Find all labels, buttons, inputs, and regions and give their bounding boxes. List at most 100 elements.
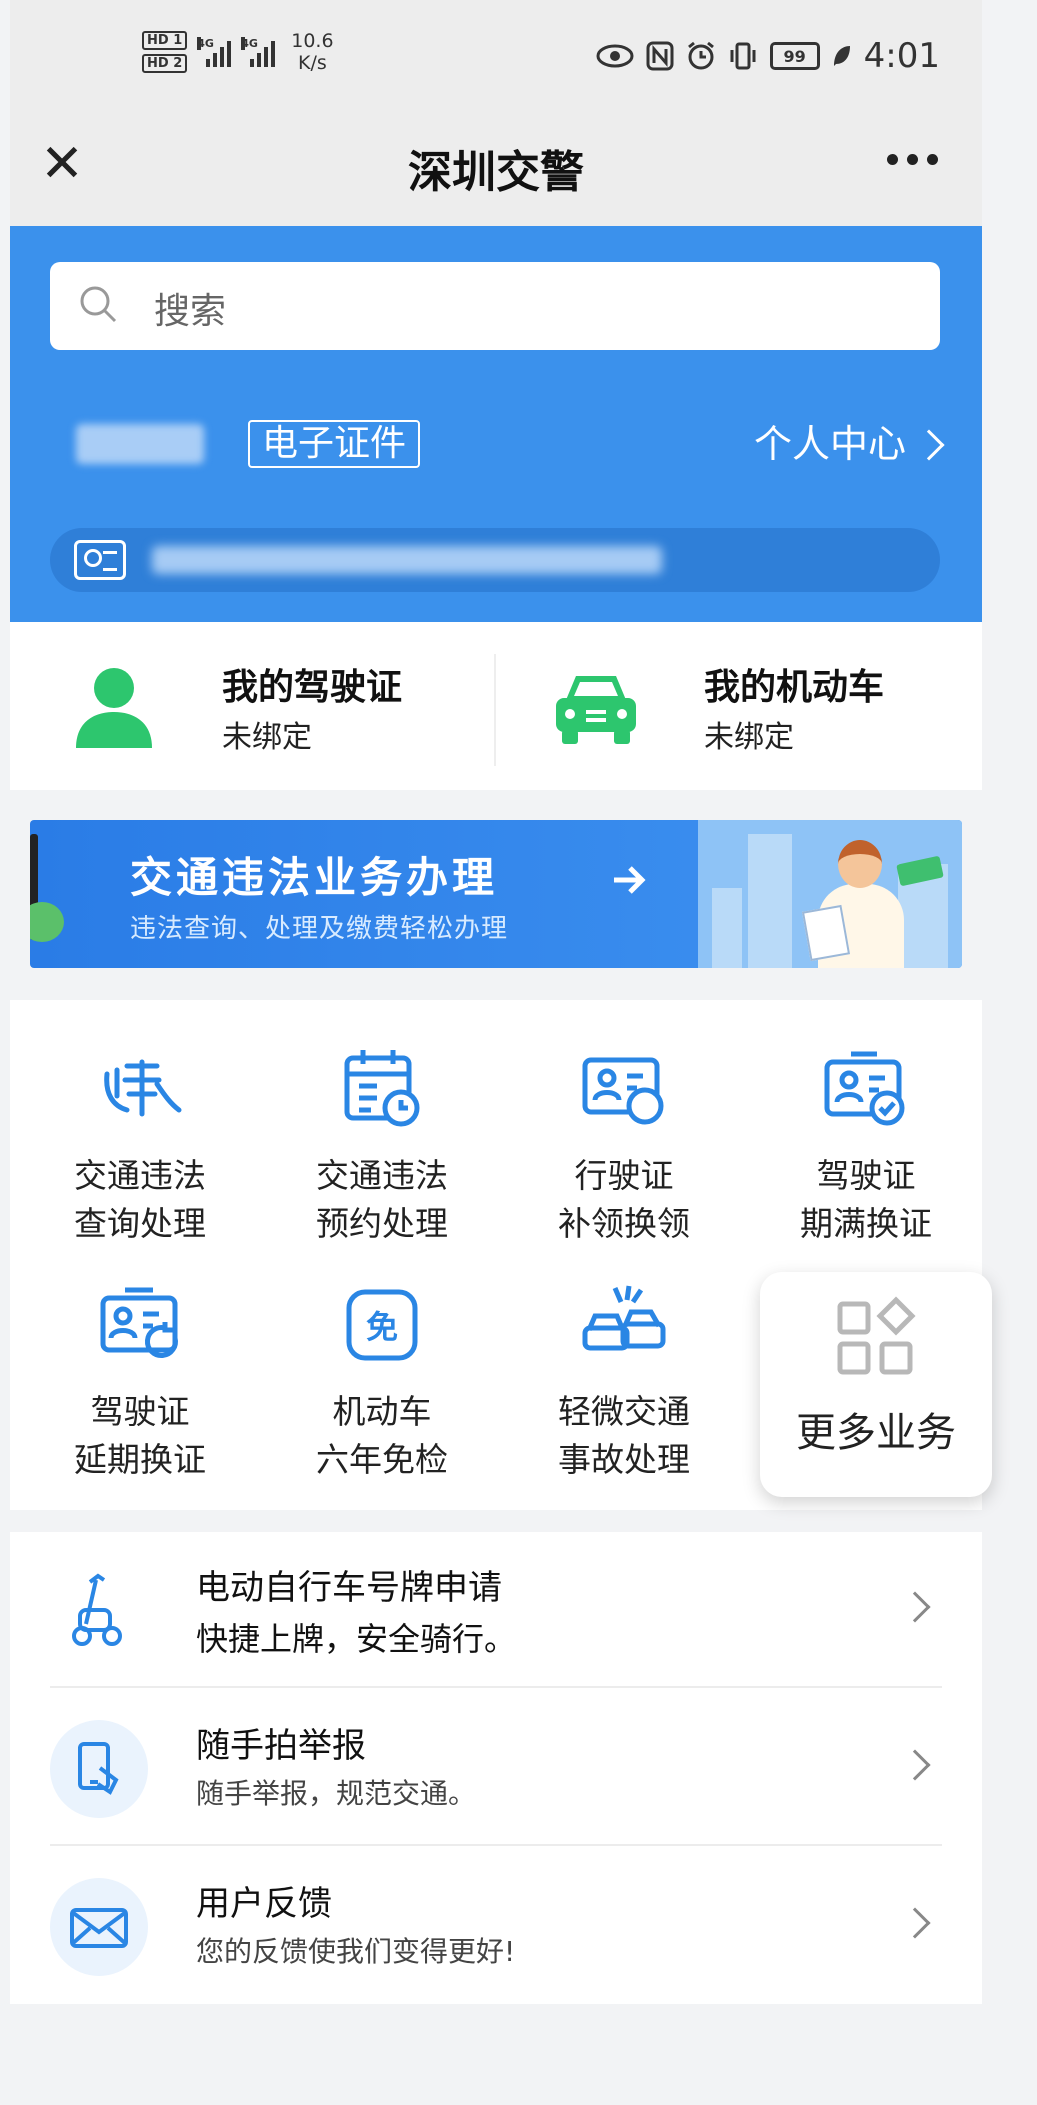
service-label-line1: 驾驶证	[816, 1156, 916, 1195]
id-card-icon	[74, 540, 126, 580]
grid-icon	[837, 1296, 916, 1375]
status-bar: HD 1 HD 2 4G 4G 10.6 K/s 99 4:01	[10, 0, 982, 110]
more-services-label: 更多业务	[796, 1410, 956, 1456]
arrow-right-icon	[614, 866, 646, 894]
list-item-ebike-plate[interactable]: 电动自行车号牌申请 快捷上牌，安全骑行。	[50, 1532, 942, 1688]
service-label-line2: 预约处理	[316, 1204, 448, 1243]
item-title: 电动自行车号牌申请	[196, 1568, 502, 1608]
driver-license-card[interactable]: 我的驾驶证 未绑定	[68, 660, 468, 760]
card-status: 未绑定	[222, 720, 312, 755]
person-icon	[76, 668, 152, 748]
license-check-icon	[824, 1051, 905, 1126]
mail-icon-bg	[50, 1878, 148, 1976]
item-subtitle: 快捷上牌，安全骑行。	[196, 1620, 517, 1658]
app-screen: HD 1 HD 2 4G 4G 10.6 K/s 99 4:01 ✕ 深圳交警 …	[0, 0, 1037, 2105]
search-icon	[80, 286, 117, 323]
card-title: 我的机动车	[704, 667, 885, 708]
scooter-icon	[72, 1573, 122, 1646]
mail-icon	[70, 1908, 128, 1948]
service-label-line2: 六年免检	[316, 1440, 448, 1479]
network-type-1: 4G	[197, 37, 214, 50]
card-status: 未绑定	[704, 720, 794, 755]
ecert-button[interactable]: 电子证件	[248, 420, 421, 468]
page-title: 深圳交警	[408, 147, 584, 198]
phone-report-icon	[78, 1742, 119, 1795]
service-license-reissue[interactable]: 行驶证 补领换领	[524, 1044, 724, 1248]
car-icon	[556, 676, 636, 744]
phone-report-icon-bg	[50, 1720, 148, 1818]
card-divider	[494, 654, 496, 766]
status-left: HD 1 HD 2 4G 4G 10.6 K/s	[142, 30, 334, 74]
signal-2-icon: 4G	[241, 37, 276, 67]
hero-header: 搜索 电子证件 个人中心	[10, 226, 982, 622]
network-speed: 10.6 K/s	[291, 30, 333, 74]
service-vehicle-exempt[interactable]: 免 机动车 六年免检	[282, 1280, 482, 1484]
title-bar: ✕ 深圳交警	[10, 110, 982, 226]
masked-id-number	[152, 546, 662, 574]
status-right: 99 4:01	[596, 36, 940, 76]
banner-subtitle: 违法查询、处理及缴费轻松办理	[130, 914, 509, 944]
banner-illustration	[698, 820, 962, 968]
app-frame: HD 1 HD 2 4G 4G 10.6 K/s 99 4:01 ✕ 深圳交警 …	[10, 0, 992, 2105]
network-type-2: 4G	[241, 37, 258, 50]
search-bar[interactable]: 搜索	[50, 262, 940, 350]
nfc-icon	[646, 41, 674, 71]
banner-title: 交通违法业务办理	[130, 853, 499, 902]
vehicle-card[interactable]: 我的机动车 未绑定	[550, 660, 950, 760]
more-services-button[interactable]: 更多业务	[760, 1272, 992, 1497]
service-label-line2: 事故处理	[558, 1440, 690, 1479]
binding-cards: 我的驾驶证 未绑定 我的机动车 未绑定	[10, 622, 982, 790]
user-row: 电子证件 个人中心	[76, 416, 946, 476]
clock: 4:01	[863, 36, 940, 76]
service-label-line1: 轻微交通	[558, 1392, 690, 1431]
eye-icon	[596, 44, 634, 68]
calendar-icon	[344, 1050, 420, 1127]
chevron-right-icon	[913, 429, 945, 461]
list-item-photo-report[interactable]: 随手拍举报 随手举报，规范交通。	[50, 1690, 942, 1846]
bush-illustration	[30, 902, 64, 942]
service-label-line1: 交通违法	[316, 1156, 448, 1195]
service-label-line1: 行驶证	[574, 1156, 674, 1195]
alarm-icon	[687, 41, 714, 70]
vibrate-icon	[730, 42, 756, 70]
chevron-right-icon	[899, 1907, 931, 1939]
service-violation-appointment[interactable]: 交通违法 预约处理	[282, 1044, 482, 1248]
svg-text:免: 免	[366, 1308, 398, 1346]
service-license-expiry[interactable]: 驾驶证 期满换证	[766, 1044, 966, 1248]
violation-banner[interactable]: 交通违法业务办理 违法查询、处理及缴费轻松办理	[30, 820, 962, 968]
chevron-right-icon	[899, 1749, 931, 1781]
banner-section: 交通违法业务办理 违法查询、处理及缴费轻松办理	[10, 790, 982, 1000]
service-label-line2: 延期换证	[74, 1440, 206, 1479]
service-minor-accident[interactable]: 轻微交通 事故处理	[524, 1280, 724, 1484]
signal-1-icon: 4G	[197, 37, 232, 67]
personal-center-link[interactable]: 个人中心	[754, 416, 906, 472]
id-card-bar[interactable]	[50, 528, 940, 592]
license-reissue-icon	[582, 1057, 664, 1125]
item-title: 用户反馈	[196, 1884, 332, 1924]
service-label-line2: 查询处理	[74, 1204, 206, 1243]
card-title: 我的驾驶证	[222, 667, 403, 708]
service-label-line2: 补领换领	[558, 1204, 690, 1243]
chevron-right-icon	[899, 1591, 931, 1623]
more-icon[interactable]	[887, 154, 938, 165]
speed-unit: K/s	[298, 52, 327, 74]
search-placeholder: 搜索	[154, 291, 227, 332]
hd-indicators: HD 1 HD 2	[142, 31, 188, 73]
accident-icon	[582, 1285, 666, 1351]
hd1-badge: HD 1	[142, 31, 188, 50]
item-subtitle: 您的反馈使我们变得更好!	[196, 1935, 516, 1968]
violation-icon	[104, 1059, 182, 1117]
paper-illustration	[801, 904, 851, 962]
service-license-renewal[interactable]: 驾驶证 延期换证	[40, 1280, 240, 1484]
service-label-line2: 期满换证	[800, 1204, 932, 1243]
battery-level: 99	[783, 46, 806, 66]
masked-username	[76, 424, 204, 464]
service-label-line1: 驾驶证	[90, 1392, 190, 1431]
list-item-feedback[interactable]: 用户反馈 您的反馈使我们变得更好!	[50, 1848, 942, 2004]
hd2-badge: HD 2	[142, 54, 188, 73]
battery-icon: 99	[769, 42, 820, 70]
item-title: 随手拍举报	[196, 1726, 366, 1766]
service-violation-query[interactable]: 交通违法 查询处理	[40, 1044, 240, 1248]
item-subtitle: 随手举报，规范交通。	[196, 1777, 477, 1810]
person-head	[838, 840, 882, 888]
